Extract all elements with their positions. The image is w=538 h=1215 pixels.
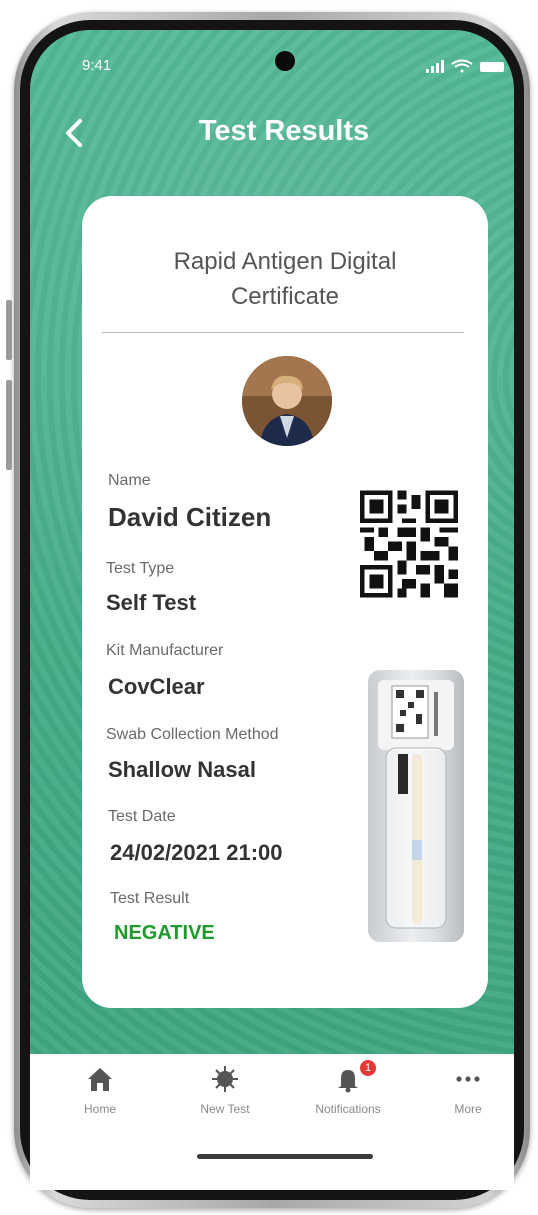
signal-icon: [426, 60, 444, 73]
nav-home-label: Home: [83, 1102, 116, 1116]
certificate-title: Rapid Antigen Digital Certificate: [82, 244, 488, 314]
test-result-label: Test Result: [110, 890, 190, 907]
side-button: [6, 380, 12, 470]
side-button: [6, 300, 12, 360]
certificate-title-line1: Rapid Antigen Digital: [173, 248, 397, 275]
home-indicator[interactable]: [197, 1154, 373, 1159]
more-icon: [456, 1076, 480, 1082]
name-value: David Citizen: [108, 502, 272, 532]
kit-manufacturer-value: CovClear: [108, 674, 205, 699]
name-label: Name: [108, 472, 151, 489]
test-date-label: Test Date: [108, 808, 176, 825]
nav-notifications-label: Notifications: [315, 1102, 381, 1116]
swab-method-value: Shallow Nasal: [108, 757, 256, 782]
kit-manufacturer-label: Kit Manufacturer: [106, 642, 224, 659]
test-result-value: NEGATIVE: [114, 922, 215, 944]
nav-more-label: More: [454, 1102, 482, 1116]
wifi-icon: [451, 59, 473, 73]
swab-method-label: Swab Collection Method: [106, 726, 279, 743]
avatar: [242, 356, 332, 446]
nav-new-test-label: New Test: [200, 1102, 250, 1116]
battery-icon: [480, 62, 504, 72]
divider: [102, 332, 464, 333]
status-icons: [426, 59, 504, 73]
virus-icon: [212, 1066, 238, 1092]
bottom-nav: Home New Test 1 Notifications More: [30, 1054, 514, 1190]
notification-badge: 1: [360, 1060, 376, 1076]
certificate-card: Rapid Antigen Digital Certificate Name D…: [82, 196, 488, 1008]
test-kit-image: [368, 670, 464, 942]
status-time: 9:41: [82, 57, 112, 74]
certificate-title-line2: Certificate: [230, 283, 340, 310]
home-icon: [88, 1068, 112, 1091]
bell-icon: [338, 1070, 358, 1093]
test-type-value: Self Test: [106, 590, 197, 615]
test-type-label: Test Type: [106, 560, 175, 577]
page-title: Test Results: [198, 115, 370, 147]
front-camera: [275, 51, 295, 71]
qr-code[interactable]: [360, 490, 458, 598]
test-date-value: 24/02/2021 21:00: [110, 840, 283, 865]
